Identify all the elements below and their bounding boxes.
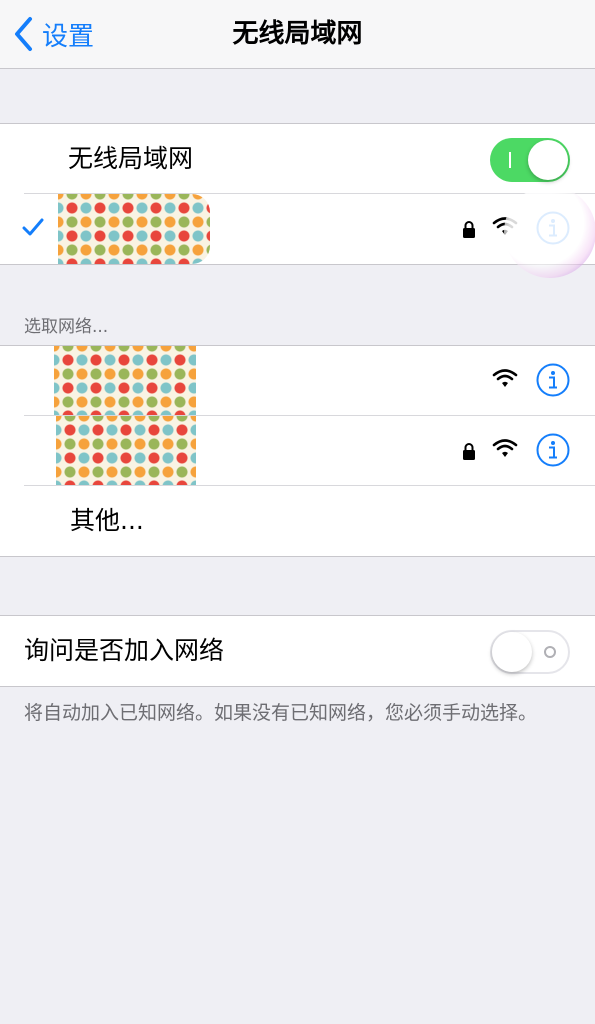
lock-icon	[463, 443, 475, 460]
wifi-toggle[interactable]	[490, 138, 570, 182]
redacted-network-name	[56, 416, 196, 486]
wifi-icon	[492, 369, 518, 387]
wifi-toggle-row: 无线局域网	[0, 124, 595, 194]
lock-icon	[463, 221, 475, 238]
ask-to-join-toggle[interactable]	[490, 630, 570, 674]
other-network-row[interactable]: 其他...	[0, 486, 595, 556]
network-row[interactable]	[0, 416, 595, 486]
redacted-network-name	[58, 194, 210, 264]
networks-group: 其他...	[0, 345, 595, 557]
toggle-on-mark	[509, 152, 511, 168]
wifi-group: 无线局域网	[0, 123, 595, 265]
info-icon[interactable]	[536, 363, 570, 397]
ask-to-join-footer: 将自动加入已知网络。如果没有已知网络，您必须手动选择。	[24, 702, 538, 724]
toggle-knob	[492, 632, 532, 672]
ask-to-join-row: 询问是否加入网络	[0, 616, 595, 686]
ask-to-join-label: 询问是否加入网络	[24, 636, 225, 665]
info-icon[interactable]	[536, 211, 570, 245]
redacted-network-name	[54, 346, 196, 416]
checkmark-icon	[22, 218, 44, 236]
toggle-knob	[528, 140, 568, 180]
other-network-label: 其他...	[70, 506, 144, 535]
navigation-bar: 设置 无线局域网	[0, 0, 595, 69]
toggle-off-mark	[544, 646, 556, 658]
ask-to-join-group: 询问是否加入网络	[0, 615, 595, 687]
network-row[interactable]	[0, 346, 595, 416]
connected-network-row[interactable]	[0, 194, 595, 264]
choose-network-header: 选取网络...	[24, 317, 109, 337]
page-title: 无线局域网	[232, 19, 363, 49]
wifi-icon	[492, 439, 518, 457]
wifi-label: 无线局域网	[68, 144, 194, 173]
wifi-icon	[492, 217, 518, 235]
info-icon[interactable]	[536, 433, 570, 467]
